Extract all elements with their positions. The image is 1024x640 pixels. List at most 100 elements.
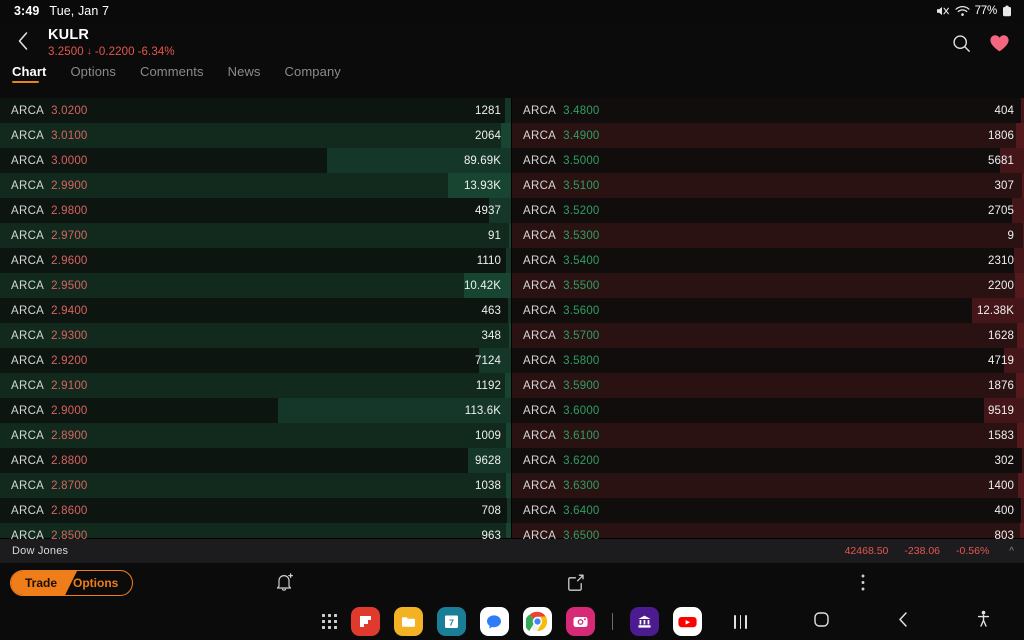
tab-comments[interactable]: Comments (140, 64, 204, 83)
order-book-row[interactable]: ARCA 2.9800 4937 (0, 198, 511, 223)
order-book-row[interactable]: ARCA 3.0200 1281 (0, 98, 511, 123)
row-price: 3.5400 (563, 254, 600, 267)
order-book-row[interactable]: ARCA 3.0100 2064 (0, 123, 511, 148)
order-book-row[interactable]: ARCA 2.8900 1009 (0, 423, 511, 448)
app-header: KULR 3.2500 ↓ -0.2200 -6.34% (0, 22, 1024, 64)
order-book-bids[interactable]: ARCA 3.0200 1281 ARCA 3.0100 2064 ARCA 3.0000 89… (0, 98, 512, 548)
messages-app-icon[interactable] (479, 607, 509, 636)
order-book-row[interactable]: ARCA 2.9700 91 (0, 223, 511, 248)
tab-chart[interactable]: Chart (12, 64, 46, 83)
tab-company[interactable]: Company (285, 64, 341, 83)
files-app-icon[interactable] (393, 607, 423, 636)
accessibility-button[interactable] (943, 610, 1024, 633)
row-venue: ARCA (523, 254, 557, 267)
order-book-row[interactable]: ARCA 3.5700 1628 (512, 323, 1024, 348)
row-venue: ARCA (523, 529, 557, 542)
order-book-row[interactable]: ARCA 3.6300 1400 (512, 473, 1024, 498)
order-book-row[interactable]: ARCA 3.6000 9519 (512, 398, 1024, 423)
index-values: 42468.50 -238.06 -0.56% ^ (845, 545, 1014, 557)
more-vertical-icon (860, 572, 866, 598)
calendar-app-icon[interactable]: 7 (436, 607, 466, 636)
battery-percent: 77% (974, 5, 998, 17)
chrome-app-icon[interactable] (522, 607, 552, 636)
row-size: 10.42K (463, 279, 501, 292)
order-book-row[interactable]: ARCA 2.9000 113.6K (0, 398, 511, 423)
order-book-row[interactable]: ARCA 3.0000 89.69K (0, 148, 511, 173)
order-book-row[interactable]: ARCA 2.9900 13.93K (0, 173, 511, 198)
order-book-row[interactable]: ARCA 3.4900 1806 (512, 123, 1024, 148)
back-icon (897, 611, 909, 633)
order-book-row[interactable]: ARCA 2.9400 463 (0, 298, 511, 323)
order-book-row[interactable]: ARCA 3.5000 5681 (512, 148, 1024, 173)
row-price: 3.0200 (51, 104, 88, 117)
row-venue: ARCA (11, 304, 45, 317)
row-size: 2200 (988, 279, 1014, 292)
index-value: 42468.50 (844, 545, 889, 557)
wifi-icon (954, 5, 970, 17)
order-book-row[interactable]: ARCA 3.5100 307 (512, 173, 1024, 198)
back-button[interactable] (8, 28, 38, 58)
row-price: 2.8600 (51, 504, 88, 517)
order-book-row[interactable]: ARCA 3.6200 302 (512, 448, 1024, 473)
order-book-row[interactable]: ARCA 3.5500 2200 (512, 273, 1024, 298)
order-book-row[interactable]: ARCA 2.8800 9628 (0, 448, 511, 473)
depth-bar (1017, 473, 1024, 498)
alert-button[interactable] (274, 572, 294, 598)
order-book-row[interactable]: ARCA 3.6400 400 (512, 498, 1024, 523)
search-icon[interactable] (952, 34, 971, 53)
order-book-row[interactable]: ARCA 2.9500 10.42K (0, 273, 511, 298)
heart-icon[interactable] (989, 34, 1010, 53)
ticker-change: -0.2200 (94, 46, 135, 59)
order-book-row[interactable]: ARCA 3.5600 12.38K (512, 298, 1024, 323)
row-venue: ARCA (11, 129, 45, 142)
share-button[interactable] (566, 572, 586, 598)
order-book-row[interactable]: ARCA 2.9200 7124 (0, 348, 511, 373)
recents-button[interactable] (700, 614, 781, 629)
order-book-row[interactable]: ARCA 2.9600 1110 (0, 248, 511, 273)
trade-options-toggle[interactable]: Trade Options (10, 570, 134, 596)
options-button[interactable]: Options (67, 571, 132, 595)
order-book-row[interactable]: ARCA 3.5300 9 (512, 223, 1024, 248)
row-price: 3.5600 (563, 304, 600, 317)
index-ticker-bar[interactable]: Dow Jones 42468.50 -238.06 -0.56% ^ (0, 538, 1024, 563)
status-time: 3:49 (14, 4, 40, 18)
order-book-row[interactable]: ARCA 3.5400 2310 (512, 248, 1024, 273)
tab-news-label: News (227, 64, 261, 79)
bank-app-icon[interactable] (629, 607, 659, 636)
depth-bar (506, 473, 511, 498)
row-size: 9628 (475, 454, 501, 467)
tab-news[interactable]: News (228, 64, 261, 83)
home-button[interactable] (781, 611, 862, 633)
row-price: 3.0100 (51, 129, 88, 142)
more-button[interactable] (860, 572, 866, 598)
order-book-row[interactable]: ARCA 3.5800 4719 (512, 348, 1024, 373)
index-change-pct: -0.56% (956, 545, 990, 557)
row-price: 3.0000 (51, 154, 88, 167)
app-grid-icon[interactable] (322, 614, 337, 629)
row-price: 2.8700 (51, 479, 88, 492)
phone-screen: 3:49 Tue, Jan 7 77% KULR 3.2500 ↓ -0.220… (0, 0, 1024, 640)
row-price: 2.9900 (51, 179, 88, 192)
tab-options[interactable]: Options (70, 64, 116, 83)
order-book-row[interactable]: ARCA 3.5900 1876 (512, 373, 1024, 398)
youtube-app-icon[interactable] (672, 607, 702, 636)
order-book-row[interactable]: ARCA 3.6100 1583 (512, 423, 1024, 448)
back-nav-button[interactable] (862, 611, 943, 633)
order-book-row[interactable]: ARCA 2.9100 1192 (0, 373, 511, 398)
flipboard-app-icon[interactable] (350, 607, 380, 636)
order-book-row[interactable]: ARCA 2.8600 708 (0, 498, 511, 523)
order-book-row[interactable]: ARCA 3.4800 404 (512, 98, 1024, 123)
order-book-asks[interactable]: ARCA 3.4800 404 ARCA 3.4900 1806 ARCA 3.5000 568… (512, 98, 1024, 548)
instagram-app-icon[interactable] (565, 607, 595, 636)
order-book-row[interactable]: ARCA 2.8700 1038 (0, 473, 511, 498)
row-price: 2.9000 (51, 404, 88, 417)
row-venue: ARCA (523, 204, 557, 217)
mute-icon (936, 5, 950, 17)
row-size: 12.38K (976, 304, 1014, 317)
row-size: 5681 (988, 154, 1014, 167)
row-size: 113.6K (464, 404, 501, 417)
order-book-row[interactable]: ARCA 2.9300 348 (0, 323, 511, 348)
order-book-row[interactable]: ARCA 3.5200 2705 (512, 198, 1024, 223)
row-venue: ARCA (11, 404, 45, 417)
chevron-up-icon[interactable]: ^ (1009, 546, 1014, 557)
